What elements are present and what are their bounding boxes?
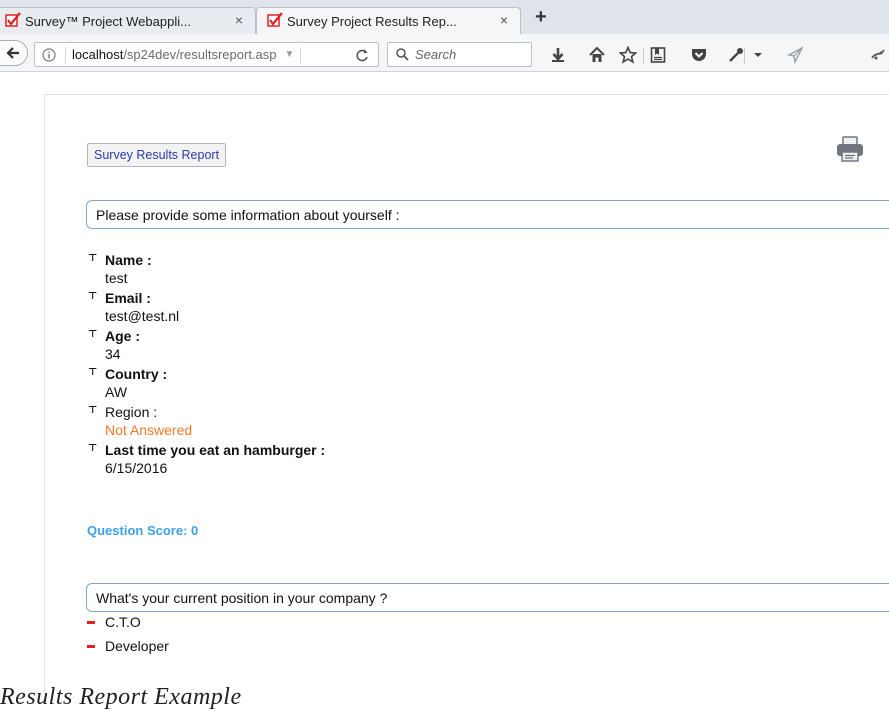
search-placeholder: Search bbox=[415, 47, 457, 62]
reload-icon[interactable] bbox=[352, 45, 372, 65]
question-2-options: C.T.O Developer bbox=[87, 610, 169, 658]
dash-bullet-icon bbox=[87, 645, 95, 648]
url-bar[interactable]: localhost/sp24dev/resultsreport.asp ▼ bbox=[34, 42, 379, 67]
toolbar-separator bbox=[744, 48, 745, 64]
back-arrow-icon bbox=[6, 47, 19, 59]
eyedropper-icon[interactable] bbox=[727, 46, 745, 64]
pin-bullet-icon: ⊤ bbox=[88, 367, 98, 378]
option-item: C.T.O bbox=[87, 610, 169, 634]
pin-bullet-icon: ⊤ bbox=[88, 253, 98, 264]
pin-bullet-icon: ⊤ bbox=[88, 405, 98, 416]
tab-results-report[interactable]: Survey Project Results Rep... × bbox=[256, 7, 521, 34]
extension-icon[interactable] bbox=[870, 46, 888, 64]
pin-bullet-icon: ⊤ bbox=[88, 291, 98, 302]
tab-survey-webapp[interactable]: Survey™ Project Webappli... × bbox=[0, 7, 256, 34]
option-item: Developer bbox=[87, 634, 169, 658]
answer-value-not-answered: Not Answered bbox=[105, 422, 193, 438]
url-separator bbox=[300, 46, 302, 63]
back-button[interactable] bbox=[0, 40, 28, 66]
info-icon[interactable] bbox=[39, 45, 59, 65]
send-icon[interactable] bbox=[786, 46, 804, 64]
option-label: C.T.O bbox=[105, 614, 141, 630]
tab-close-icon[interactable]: × bbox=[235, 12, 243, 28]
answer-label: Email : bbox=[105, 290, 151, 306]
url-dropdown-icon[interactable]: ▼ bbox=[285, 49, 295, 60]
answer-country: ⊤ Country : AW bbox=[87, 365, 587, 401]
checkbox-favicon-icon bbox=[267, 12, 283, 27]
answer-age: ⊤ Age : 34 bbox=[87, 327, 587, 363]
bookmark-star-icon[interactable] bbox=[619, 46, 637, 64]
answer-value: 6/15/2016 bbox=[105, 460, 168, 476]
question-1-text: Please provide some information about yo… bbox=[96, 206, 400, 223]
answer-value: AW bbox=[105, 384, 128, 400]
checkbox-favicon-icon bbox=[5, 12, 21, 27]
answer-last-hamburger: ⊤ Last time you eat an hamburger : 6/15/… bbox=[87, 441, 587, 477]
url-host: localhost bbox=[72, 47, 124, 62]
tab-close-icon[interactable]: × bbox=[500, 12, 508, 28]
answer-label: Age : bbox=[105, 328, 140, 344]
pin-bullet-icon: ⊤ bbox=[88, 443, 98, 454]
search-bar[interactable]: Search bbox=[387, 42, 532, 67]
answer-label: Region : bbox=[105, 404, 158, 420]
url-separator bbox=[65, 46, 66, 63]
reading-list-icon[interactable] bbox=[649, 46, 667, 64]
navigation-bar: localhost/sp24dev/resultsreport.asp ▼ Se… bbox=[0, 34, 889, 72]
answer-value: test bbox=[105, 270, 128, 286]
tab-title: Survey™ Project Webappli... bbox=[25, 13, 191, 29]
url-path: /sp24dev/resultsreport.asp bbox=[123, 47, 277, 62]
question-score: Question Score: 0 bbox=[87, 523, 199, 538]
answer-email: ⊤ Email : test@test.nl bbox=[87, 289, 587, 325]
answer-region: ⊤ Region : Not Answered bbox=[87, 403, 587, 439]
answer-label: Name : bbox=[105, 252, 152, 268]
search-icon bbox=[396, 48, 409, 61]
download-icon[interactable] bbox=[549, 46, 567, 64]
home-icon[interactable] bbox=[588, 46, 606, 64]
toolbar-separator bbox=[643, 48, 644, 64]
answer-label: Country : bbox=[105, 366, 168, 382]
answer-name: ⊤ Name : test bbox=[87, 251, 587, 287]
answer-value: 34 bbox=[105, 346, 121, 362]
question-2-text: What's your current position in your com… bbox=[96, 589, 388, 606]
answer-value: test@test.nl bbox=[105, 308, 180, 324]
tab-strip: Survey™ Project Webappli... × Survey Pro… bbox=[0, 0, 889, 34]
answer-label: Last time you eat an hamburger : bbox=[105, 442, 326, 458]
dash-bullet-icon bbox=[87, 621, 95, 624]
option-label: Developer bbox=[105, 638, 169, 654]
dropdown-icon[interactable] bbox=[749, 46, 767, 64]
pocket-icon[interactable] bbox=[690, 46, 708, 64]
new-tab-button[interactable]: + bbox=[535, 6, 547, 29]
question-1-box: Please provide some information about yo… bbox=[86, 200, 889, 229]
pin-bullet-icon: ⊤ bbox=[88, 329, 98, 340]
printer-icon[interactable] bbox=[836, 136, 864, 162]
figure-caption: Results Report Example bbox=[0, 684, 242, 710]
question-2-box: What's your current position in your com… bbox=[86, 583, 889, 612]
survey-results-report-button[interactable]: Survey Results Report bbox=[87, 143, 227, 167]
question-1-answers: ⊤ Name : test ⊤ Email : test@test.nl ⊤ A… bbox=[87, 251, 587, 479]
tab-title: Survey Project Results Rep... bbox=[287, 13, 457, 29]
